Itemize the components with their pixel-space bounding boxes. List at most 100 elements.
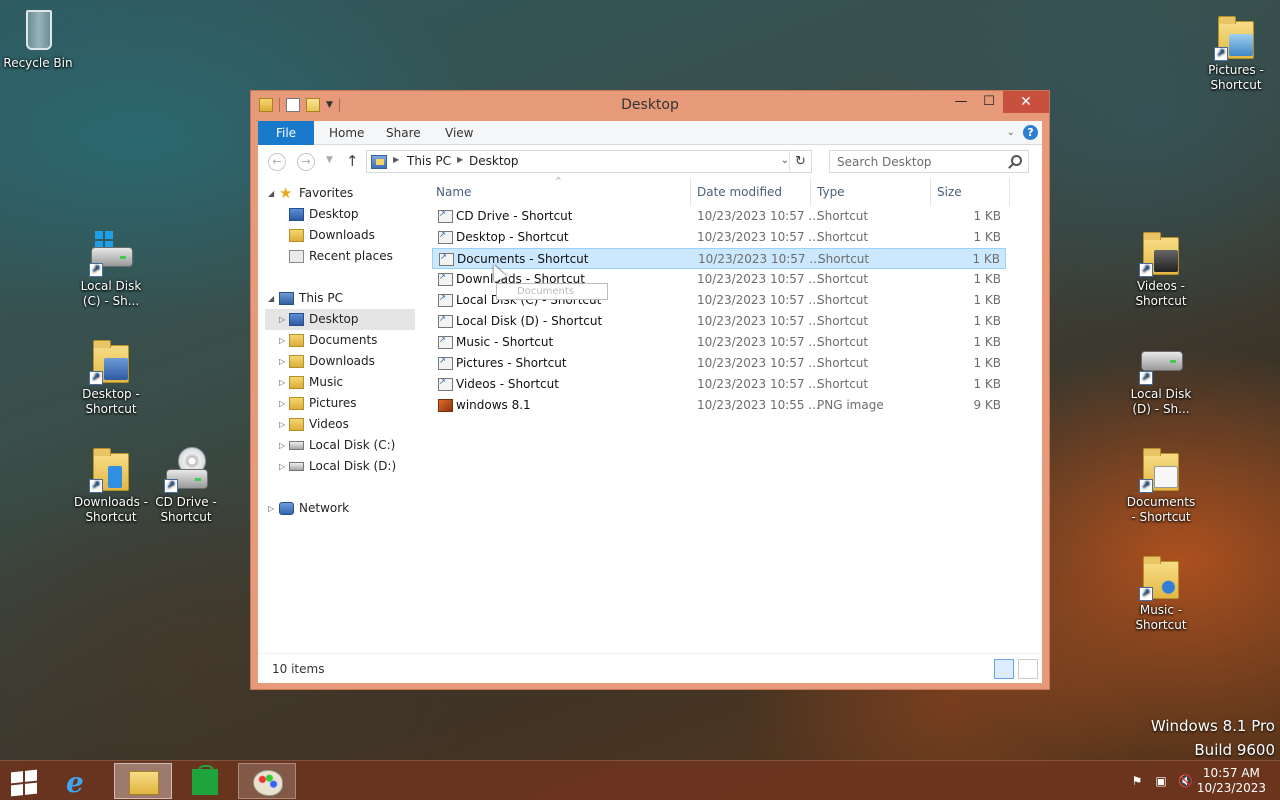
breadcrumb-desktop[interactable]: Desktop xyxy=(469,154,519,168)
column-divider[interactable] xyxy=(810,178,811,206)
title-bar[interactable]: ▼ Desktop — ☐ ✕ xyxy=(251,91,1049,121)
tab-file[interactable]: File xyxy=(258,121,314,145)
nav-pc-desktop[interactable]: ▷ Desktop xyxy=(265,309,415,330)
file-size: 1 KB xyxy=(973,293,1001,307)
desktop-icon-desktop-shortcut[interactable]: ↗ Desktop - Shortcut xyxy=(73,337,149,417)
address-dropdown-icon[interactable]: ⌄ xyxy=(781,155,789,166)
star-icon: ★ xyxy=(279,184,293,202)
breadcrumb-separator[interactable]: ▶ xyxy=(393,155,399,164)
desktop-icon-recycle-bin[interactable]: Recycle Bin xyxy=(0,6,76,71)
file-date: 10/23/2023 10:57 ... xyxy=(698,252,821,266)
breadcrumb-separator[interactable]: ▶ xyxy=(457,155,463,164)
close-button[interactable]: ✕ xyxy=(1003,91,1049,113)
expand-arrow-icon[interactable]: ▷ xyxy=(279,414,285,435)
expand-arrow-icon[interactable]: ▷ xyxy=(279,330,285,351)
file-size: 1 KB xyxy=(973,272,1001,286)
refresh-button[interactable]: ↻ xyxy=(789,151,811,172)
expand-ribbon-icon[interactable]: ⌄ xyxy=(1007,127,1015,138)
action-center-flag-icon[interactable]: ⚑ xyxy=(1130,774,1144,788)
window-client: File Home Share View ⌄ ? ← → ▼ ↑ ▶ This … xyxy=(258,121,1042,683)
nav-this-pc[interactable]: ◢ This PC xyxy=(258,288,418,309)
desktop-icon-local-disk-d[interactable]: ↗ Local Disk (D) - Sh... xyxy=(1123,337,1199,417)
desktop-icon-documents-shortcut[interactable]: ↗ Documents - Shortcut xyxy=(1123,445,1199,525)
file-row[interactable]: Desktop - Shortcut 10/23/2023 10:57 ... … xyxy=(432,224,1006,248)
column-header-date-modified[interactable]: Date modified xyxy=(697,178,782,206)
back-button[interactable]: ← xyxy=(268,153,286,171)
search-input[interactable]: Search Desktop xyxy=(829,150,1029,173)
folder-icon: ↗ xyxy=(1214,13,1258,61)
column-divider[interactable] xyxy=(1009,178,1010,206)
nav-pc-downloads[interactable]: ▷ Downloads xyxy=(265,351,415,372)
column-divider[interactable] xyxy=(930,178,931,206)
tab-home[interactable]: Home xyxy=(329,121,364,145)
nav-pc-documents[interactable]: ▷ Documents xyxy=(265,330,415,351)
expand-arrow-icon[interactable]: ▷ xyxy=(268,498,274,519)
desktop-icon-local-disk-c[interactable]: ↗ Local Disk (C) - Sh... xyxy=(73,229,149,309)
nav-pc-music[interactable]: ▷ Music xyxy=(265,372,415,393)
file-size: 1 KB xyxy=(973,356,1001,370)
nav-fav-desktop[interactable]: Desktop xyxy=(258,204,418,225)
file-row[interactable]: Music - Shortcut 10/23/2023 10:57 ... Sh… xyxy=(432,329,1006,353)
desktop-icon-videos-shortcut[interactable]: ↗ Videos - Shortcut xyxy=(1123,229,1199,309)
nav-network[interactable]: ▷ Network xyxy=(258,498,418,519)
file-row[interactable]: windows 8.1 10/23/2023 10:55 ... PNG ima… xyxy=(432,395,1006,416)
expand-arrow-icon[interactable]: ▷ xyxy=(279,309,285,330)
minimize-button[interactable]: — xyxy=(947,91,975,113)
details-view-button[interactable] xyxy=(994,659,1014,679)
expand-arrow-icon[interactable]: ▷ xyxy=(279,393,285,414)
collapse-arrow-icon[interactable]: ◢ xyxy=(268,183,274,204)
address-bar[interactable]: ▶ This PC ▶ Desktop ⌄ ↻ xyxy=(366,150,812,173)
expand-arrow-icon[interactable]: ▷ xyxy=(279,372,285,393)
nav-pc-videos[interactable]: ▷ Videos xyxy=(265,414,415,435)
expand-arrow-icon[interactable]: ▷ xyxy=(279,456,285,477)
desktop-icon-cd-drive-shortcut[interactable]: ↗ CD Drive - Shortcut xyxy=(148,445,224,525)
column-header-size[interactable]: Size xyxy=(937,178,962,206)
forward-button[interactable]: → xyxy=(297,153,315,171)
desktop-icon-downloads-shortcut[interactable]: ↗ Downloads - Shortcut xyxy=(73,445,149,525)
nav-label: Favorites xyxy=(299,186,354,200)
tab-share[interactable]: Share xyxy=(386,121,421,145)
maximize-button[interactable]: ☐ xyxy=(975,91,1003,113)
nav-pc-local-disk-d[interactable]: ▷ Local Disk (D:) xyxy=(265,456,415,477)
recent-locations-dropdown-icon[interactable]: ▼ xyxy=(326,155,333,165)
expand-arrow-icon[interactable]: ▷ xyxy=(279,435,285,456)
desktop-icon-label: Downloads - Shortcut xyxy=(73,495,149,524)
collapse-arrow-icon[interactable]: ◢ xyxy=(268,288,274,309)
file-row[interactable]: CD Drive - Shortcut 10/23/2023 10:57 ...… xyxy=(432,203,1006,227)
explorer-window: ▼ Desktop — ☐ ✕ File Home Share View ⌄ ?… xyxy=(250,90,1050,690)
nav-favorites[interactable]: ◢ ★ Favorites xyxy=(258,183,418,204)
breadcrumb-this-pc[interactable]: This PC xyxy=(407,154,451,168)
column-header-name[interactable]: Name xyxy=(436,178,471,206)
large-icons-view-button[interactable] xyxy=(1018,659,1038,679)
help-icon[interactable]: ? xyxy=(1023,125,1038,140)
search-icon[interactable] xyxy=(1011,155,1022,166)
up-button[interactable]: ↑ xyxy=(346,152,359,170)
nav-fav-downloads[interactable]: Downloads xyxy=(258,225,418,246)
taskbar-internet-explorer[interactable]: e xyxy=(52,763,110,799)
nav-pc-pictures[interactable]: ▷ Pictures xyxy=(265,393,415,414)
desktop-icon-pictures-shortcut[interactable]: ↗ Pictures - Shortcut xyxy=(1198,13,1274,93)
tab-view[interactable]: View xyxy=(445,121,473,145)
file-row[interactable]: Local Disk (D) - Shortcut 10/23/2023 10:… xyxy=(432,308,1006,332)
expand-arrow-icon[interactable]: ▷ xyxy=(279,351,285,372)
network-status-icon[interactable]: ▣ xyxy=(1154,774,1168,788)
file-date: 10/23/2023 10:57 ... xyxy=(697,314,820,328)
desktop-icon-music-shortcut[interactable]: ↗ Music - Shortcut xyxy=(1123,553,1199,633)
nav-pc-local-disk-c[interactable]: ▷ Local Disk (C:) xyxy=(265,435,415,456)
file-row-selected[interactable]: Documents - Shortcut 10/23/2023 10:57 ..… xyxy=(432,246,1006,269)
item-count: 10 items xyxy=(272,662,325,676)
column-divider[interactable] xyxy=(690,178,691,206)
start-button[interactable] xyxy=(0,763,58,799)
clock[interactable]: 10:57 AM 10/23/2023 xyxy=(1197,766,1266,796)
column-header-type[interactable]: Type xyxy=(817,178,845,206)
sort-ascending-icon: ^ xyxy=(555,176,562,185)
file-row[interactable]: Pictures - Shortcut 10/23/2023 10:57 ...… xyxy=(432,350,1006,374)
taskbar-store[interactable] xyxy=(176,763,234,799)
file-size: 9 KB xyxy=(973,398,1001,412)
windows-start-icon xyxy=(11,769,37,797)
taskbar-paint[interactable] xyxy=(238,763,296,799)
taskbar-file-explorer[interactable] xyxy=(114,763,172,799)
volume-muted-icon[interactable]: 🔇 xyxy=(1178,774,1193,788)
nav-fav-recent-places[interactable]: Recent places xyxy=(258,246,418,267)
file-row[interactable]: Videos - Shortcut 10/23/2023 10:57 ... S… xyxy=(432,371,1006,395)
